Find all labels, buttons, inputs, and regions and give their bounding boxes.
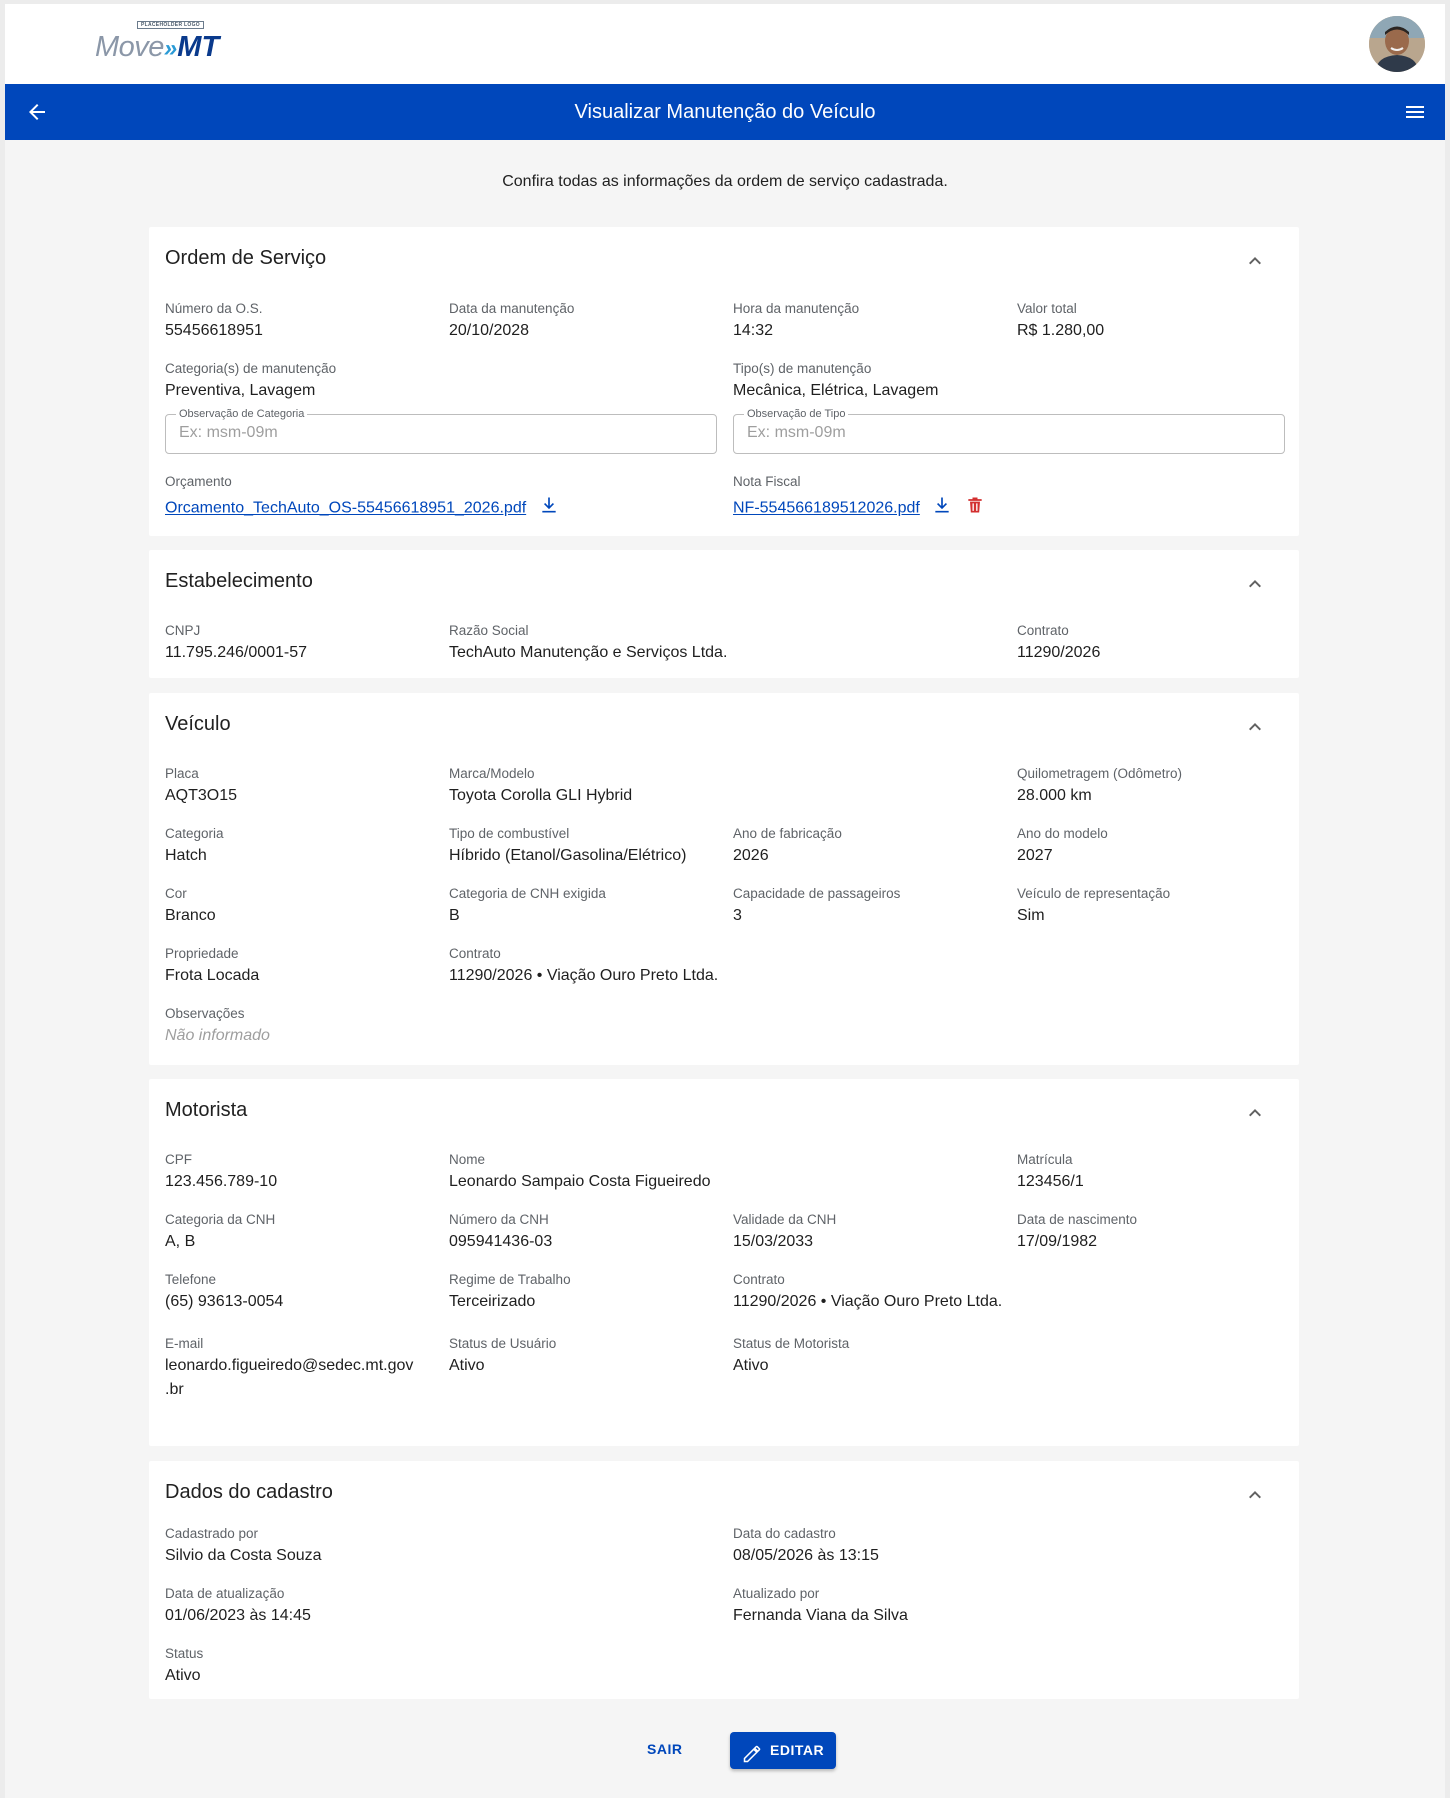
field-orcamento: Orçamento Orcamento_TechAuto_OS-55456618… [165,473,559,522]
field-cpf: CPF 123.456.789-10 [165,1152,278,1190]
trash-icon[interactable] [965,495,985,522]
page-title: Visualizar Manutenção do Veículo [574,101,876,123]
field-validade-cnh: Validade da CNH 15/03/2033 [733,1212,837,1250]
field-razao-social: Razão Social TechAuto Manutenção e Servi… [449,623,728,661]
field-atualizado-por: Atualizado por Fernanda Viana da Silva [733,1586,908,1624]
field-categorias-manutencao: Categoria(s) de manutenção Preventiva, L… [165,361,337,399]
dados-cadastro-card: Dados do cadastro Cadastrado por Silvio … [149,1461,1299,1699]
download-icon[interactable] [932,495,952,522]
sair-button[interactable]: SAIR [635,1732,694,1766]
field-marca-modelo: Marca/Modelo Toyota Corolla GLI Hybrid [449,766,633,804]
field-cor: Cor Branco [165,886,216,924]
editar-button-label: EDITAR [770,1742,825,1758]
orcamento-file-link[interactable]: Orcamento_TechAuto_OS-55456618951_2026.p… [165,500,526,517]
field-combustivel: Tipo de combustível Híbrido (Etanol/Gaso… [449,826,687,864]
field-ano-modelo: Ano do modelo 2027 [1017,826,1108,864]
user-avatar[interactable] [1369,16,1425,72]
movemt-logo[interactable]: PLACEHOLDER LOGO Move»MT [95,21,235,67]
motorista-title: Motorista [165,1099,248,1121]
field-cnpj: CNPJ 11.795.246/0001-57 [165,623,308,661]
field-numero-os: Número da O.S. 55456618951 [165,301,263,339]
hamburger-menu-icon[interactable] [1403,100,1427,124]
field-tipos-manutencao: Tipo(s) de manutenção Mecânica, Elétrica… [733,361,939,399]
motorista-card: Motorista CPF 123.456.789-10 Nome Leonar… [149,1079,1299,1446]
pencil-icon [742,1741,762,1763]
field-categoria-cnh-exigida: Categoria de CNH exigida B [449,886,606,924]
field-contrato: Contrato 11290/2026 [1017,623,1101,661]
dados-cadastro-title: Dados do cadastro [165,1481,333,1503]
ordem-servico-title: Ordem de Serviço [165,247,327,269]
field-ano-fabricacao: Ano de fabricação 2026 [733,826,842,864]
footer-actions: SAIR EDITAR [5,1729,1445,1769]
obs-categoria-input[interactable] [179,424,679,442]
nota-fiscal-file-link[interactable]: NF-554566189512026.pdf [733,500,920,517]
field-hora-manutencao: Hora da manutenção 14:32 [733,301,860,339]
obs-categoria-field[interactable]: Observação de Categoria [165,407,717,454]
field-valor-total: Valor total R$ 1.280,00 [1017,301,1105,339]
download-icon[interactable] [539,495,559,522]
field-data-nascimento: Data de nascimento 17/09/1982 [1017,1212,1138,1250]
estabelecimento-card: Estabelecimento CNPJ 11.795.246/0001-57 … [149,550,1299,678]
field-cadastrado-por: Cadastrado por Silvio da Costa Souza [165,1526,322,1564]
chevron-up-icon[interactable] [1243,572,1267,596]
chevron-up-icon[interactable] [1243,1101,1267,1125]
field-nota-fiscal: Nota Fiscal NF-554566189512026.pdf [733,473,985,522]
editar-button[interactable]: EDITAR [730,1732,836,1769]
chevron-up-icon[interactable] [1243,1483,1267,1507]
page-header: Visualizar Manutenção do Veículo [5,84,1445,140]
obs-tipo-input[interactable] [747,424,1247,442]
chevron-up-icon[interactable] [1243,715,1267,739]
logo-placeholder-tag: PLACEHOLDER LOGO [137,21,204,29]
field-categoria-veiculo: Categoria Hatch [165,826,224,864]
field-matricula: Matrícula 123456/1 [1017,1152,1084,1190]
logo-mt-text: MT [177,31,220,63]
field-categoria-cnh: Categoria da CNH A, B [165,1212,276,1250]
chevron-up-icon[interactable] [1243,249,1267,273]
field-placa: Placa AQT3O15 [165,766,238,804]
field-status-usuario: Status de Usuário Ativo [449,1336,557,1374]
field-email: E-mail leonardo.figueiredo@sedec.mt.gov … [165,1336,414,1398]
field-status-cadastro: Status Ativo [165,1646,204,1684]
field-capacidade: Capacidade de passageiros 3 [733,886,901,924]
intro-text: Confira todas as informações da ordem de… [502,173,948,190]
field-regime-trabalho: Regime de Trabalho Terceirizado [449,1272,571,1310]
field-numero-cnh: Número da CNH 095941436-03 [449,1212,553,1250]
field-telefone: Telefone (65) 93613-0054 [165,1272,284,1310]
veiculo-title: Veículo [165,713,231,735]
veiculo-card: Veículo Placa AQT3O15 Marca/Modelo Toyot… [149,693,1299,1065]
ordem-servico-card: Ordem de Serviço Número da O.S. 55456618… [149,227,1299,536]
logo-arrows: » [163,35,178,62]
field-data-cadastro: Data do cadastro 08/05/2026 às 13:15 [733,1526,879,1564]
top-bar: PLACEHOLDER LOGO Move»MT [5,4,1445,84]
obs-tipo-field[interactable]: Observação de Tipo [733,407,1285,454]
field-data-manutencao: Data da manutenção 20/10/2028 [449,301,575,339]
field-quilometragem: Quilometragem (Odômetro) 28.000 km [1017,766,1183,804]
logo-move-text: Move [95,31,164,63]
app-window: PLACEHOLDER LOGO Move»MT Visualizar Manu… [5,4,1445,1798]
field-representacao: Veículo de representação Sim [1017,886,1171,924]
field-data-atualizacao: Data de atualização 01/06/2023 às 14:45 [165,1586,311,1624]
field-observacoes: Observações Não informado [165,1006,270,1044]
field-nome: Nome Leonardo Sampaio Costa Figueiredo [449,1152,711,1190]
field-propriedade: Propriedade Frota Locada [165,946,260,984]
estabelecimento-title: Estabelecimento [165,570,313,592]
field-contrato-motorista: Contrato 11290/2026 • Viação Ouro Preto … [733,1272,1003,1310]
field-status-motorista: Status de Motorista Ativo [733,1336,850,1374]
field-contrato-veiculo: Contrato 11290/2026 • Viação Ouro Preto … [449,946,719,984]
